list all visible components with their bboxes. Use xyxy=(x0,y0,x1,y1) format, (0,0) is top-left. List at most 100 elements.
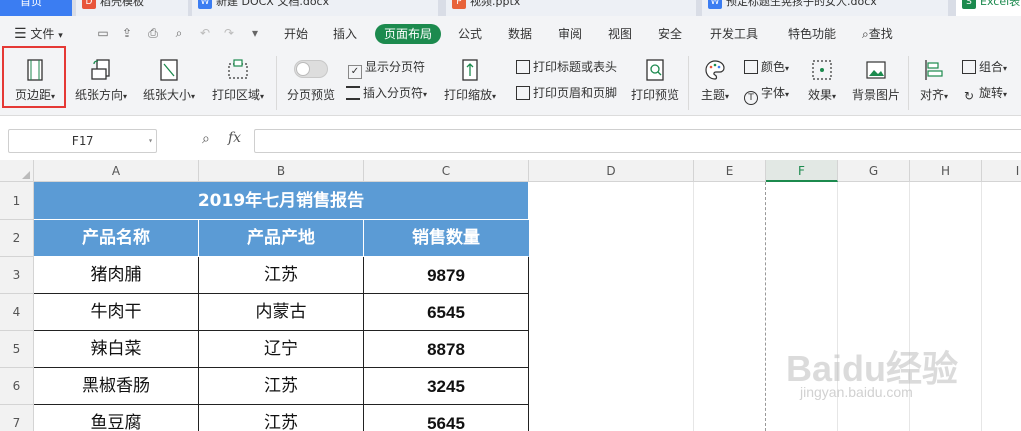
undo-icon[interactable]: ↶ xyxy=(198,26,212,40)
ribbon-page-layout: 页边距▾ 纸张方向▾ 纸张大小▾ 打印区域▾ 分页预览 ✓ 显示分页符 插入分页符… xyxy=(0,50,1021,116)
menu-bar: ☰ 文件 ▾ ▭ ⇪ ⎙ ⌕ ↶ ↷ ▾ 开始 插入 页面布局 公式 数据 审阅… xyxy=(0,16,1021,50)
formula-input[interactable] xyxy=(254,129,1021,153)
insert-page-break-button[interactable]: 插入分页符▾ xyxy=(346,84,427,102)
tab-excel[interactable]: S Excel表 xyxy=(956,0,1021,16)
table-cell[interactable]: 鱼豆腐 xyxy=(34,405,199,431)
chevron-down-icon: ▾ xyxy=(423,90,428,99)
spreadsheet-grid[interactable]: A B C D E F G H I 1 2 3 4 5 6 7 2019年七月销… xyxy=(0,160,1021,431)
table-header-quantity[interactable]: 销售数量 xyxy=(364,220,529,257)
excel-icon: S xyxy=(962,0,976,9)
menu-data[interactable]: 数据 xyxy=(508,24,532,44)
table-cell[interactable]: 6545 xyxy=(364,294,529,331)
tab-home[interactable]: 首页 xyxy=(0,0,72,16)
toggle-knob xyxy=(296,62,310,76)
select-all-corner[interactable] xyxy=(0,160,34,182)
table-cell[interactable]: 江苏 xyxy=(199,257,364,294)
tab-new-docx[interactable]: W 新建 DOCX 文档.docx xyxy=(192,0,438,16)
background-image-button[interactable]: 背景图片 xyxy=(850,58,902,103)
print-area-button[interactable]: 打印区域▾ xyxy=(206,58,270,103)
menu-insert[interactable]: 插入 xyxy=(333,24,357,44)
show-page-break-checkbox[interactable]: ✓ 显示分页符 xyxy=(348,58,425,79)
table-cell[interactable]: 8878 xyxy=(364,331,529,368)
column-header-I[interactable]: I xyxy=(982,160,1021,182)
align-button[interactable]: 对齐▾ xyxy=(914,58,954,103)
print-preview-icon[interactable]: ⌕ xyxy=(172,26,186,40)
paper-size-button[interactable]: 纸张大小▾ xyxy=(138,58,200,103)
chevron-down-icon: ▾ xyxy=(492,92,497,101)
fonts-button[interactable]: T 字体▾ xyxy=(744,84,789,105)
table-cell[interactable]: 江苏 xyxy=(199,368,364,405)
table-cell[interactable]: 9879 xyxy=(364,257,529,294)
search-icon: ⌕ xyxy=(862,27,869,41)
colors-button[interactable]: 颜色▾ xyxy=(744,58,789,76)
table-title[interactable]: 2019年七月销售报告 xyxy=(34,182,529,220)
row-header-4[interactable]: 4 xyxy=(0,294,34,331)
effects-button[interactable]: 效果▾ xyxy=(800,58,844,103)
group-icon xyxy=(962,60,976,74)
table-header-product[interactable]: 产品名称 xyxy=(34,220,199,257)
zoom-icon[interactable]: ⌕ xyxy=(202,131,210,147)
table-cell[interactable]: 黑椒香肠 xyxy=(34,368,199,405)
highlight-box xyxy=(2,46,66,108)
row-header-6[interactable]: 6 xyxy=(0,368,34,405)
column-header-A[interactable]: A xyxy=(34,160,199,182)
print-titles-button[interactable]: 打印标题或表头 xyxy=(516,58,617,76)
file-menu[interactable]: ☰ 文件 ▾ xyxy=(14,24,63,44)
save-icon[interactable]: ▭ xyxy=(96,26,110,40)
palette-icon xyxy=(705,60,725,80)
row-header-3[interactable]: 3 xyxy=(0,257,34,294)
menu-special[interactable]: 特色功能 xyxy=(788,24,836,44)
row-header-5[interactable]: 5 xyxy=(0,331,34,368)
column-header-F[interactable]: F xyxy=(766,160,838,182)
ribbon-separator xyxy=(688,56,689,110)
column-header-D[interactable]: D xyxy=(529,160,694,182)
chevron-down-icon: ▾ xyxy=(260,92,265,101)
chevron-down-icon: ▾ xyxy=(832,92,837,101)
tab-docer-templates[interactable]: D 稻壳模板 xyxy=(76,0,188,16)
table-cell[interactable]: 3245 xyxy=(364,368,529,405)
tab-docx-2[interactable]: W 预定标题生晃孩子的女人.docx xyxy=(702,0,948,16)
print-scale-button[interactable]: 打印缩放▾ xyxy=(440,58,500,103)
table-cell[interactable]: 牛肉干 xyxy=(34,294,199,331)
menu-page-layout[interactable]: 页面布局 xyxy=(375,24,442,44)
fx-button[interactable]: fx xyxy=(228,130,241,146)
column-header-B[interactable]: B xyxy=(199,160,364,182)
menu-review[interactable]: 审阅 xyxy=(558,24,582,44)
menu-search[interactable]: ⌕查找 xyxy=(862,24,893,44)
column-header-G[interactable]: G xyxy=(838,160,910,182)
tab-video-pptx[interactable]: P 视频.pptx xyxy=(446,0,696,16)
row-header-1[interactable]: 1 xyxy=(0,182,34,220)
page-break-preview-button[interactable]: 分页预览 xyxy=(284,58,338,103)
print-titles-icon xyxy=(516,60,530,74)
column-header-E[interactable]: E xyxy=(694,160,766,182)
menu-dev-tools[interactable]: 开发工具 xyxy=(710,24,758,44)
column-header-H[interactable]: H xyxy=(910,160,982,182)
row-header-2[interactable]: 2 xyxy=(0,220,34,257)
print-preview-button[interactable]: 打印预览 xyxy=(628,58,682,103)
print-header-footer-button[interactable]: 打印页眉和页脚 xyxy=(516,84,617,102)
table-cell[interactable]: 5645 xyxy=(364,405,529,431)
rotate-button[interactable]: ↻ 旋转▾ xyxy=(962,84,1007,103)
table-cell[interactable]: 江苏 xyxy=(199,405,364,431)
align-icon xyxy=(925,60,943,80)
table-cell[interactable]: 内蒙古 xyxy=(199,294,364,331)
table-cell[interactable]: 猪肉脯 xyxy=(34,257,199,294)
menu-security[interactable]: 安全 xyxy=(658,24,682,44)
menu-view[interactable]: 视图 xyxy=(608,24,632,44)
menu-formula[interactable]: 公式 xyxy=(458,24,482,44)
row-header-7[interactable]: 7 xyxy=(0,405,34,431)
table-header-origin[interactable]: 产品产地 xyxy=(199,220,364,257)
print-icon[interactable]: ⎙ xyxy=(146,26,160,40)
theme-button[interactable]: 主题▾ xyxy=(694,58,736,103)
export-icon[interactable]: ⇪ xyxy=(120,26,134,40)
customize-icon[interactable]: ▾ xyxy=(248,26,262,40)
name-box[interactable]: F17 ▾ xyxy=(8,129,157,153)
toggle-switch[interactable] xyxy=(294,60,328,78)
group-button[interactable]: 组合▾ xyxy=(962,58,1007,76)
redo-icon[interactable]: ↷ xyxy=(222,26,236,40)
table-cell[interactable]: 辣白菜 xyxy=(34,331,199,368)
column-header-C[interactable]: C xyxy=(364,160,529,182)
menu-start[interactable]: 开始 xyxy=(284,24,308,44)
table-cell[interactable]: 辽宁 xyxy=(199,331,364,368)
orientation-button[interactable]: 纸张方向▾ xyxy=(70,58,132,103)
